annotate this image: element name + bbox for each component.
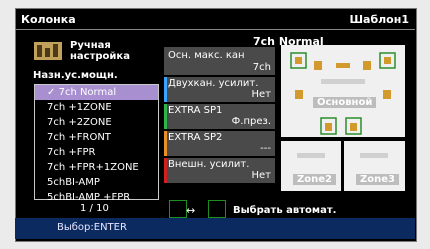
check-icon: ✓ [47,87,56,98]
list-item-label: 5chBI-AMP [47,177,100,188]
list-item-label: 7ch +2ZONE [47,117,112,128]
info-row-extra-sp2: EXTRA SP2 --- [164,131,275,156]
template-label: Шаблон1 [349,13,409,26]
list-item[interactable]: 7ch +1ZONE [35,100,158,115]
accent-bar [164,77,167,102]
list-item-label: 7ch Normal [58,87,117,98]
list-item-label: 5chBI-AMP +FPR [47,192,131,203]
title-separator [15,29,415,30]
info-row-main-channels: Осн. макс. кан 7ch [164,47,275,75]
main-zone-label: Основной [313,97,377,108]
info-label: Двухкан. усилит. [168,78,259,89]
info-value: Нет [251,170,272,181]
preset-mode-line2: настройка [70,51,130,62]
footer-hint-bar: Выбор:ENTER [15,218,415,239]
list-item-label: 7ch +1ZONE [47,102,112,113]
accent-bar [164,104,167,129]
list-item[interactable]: 7ch +FPR+1ZONE [35,160,158,175]
auto-select-label[interactable]: Выбрать автомат. [233,205,336,216]
equalizer-icon [34,40,62,62]
info-value: 7ch [252,62,271,73]
list-item[interactable]: 5chBI-AMP [35,175,158,190]
info-value: Ф.през. [231,116,271,127]
main-zone-diagram: Основной [281,45,405,137]
info-value: --- [260,143,271,154]
list-item-label: 7ch +FRONT [47,132,111,143]
title-bar: Колонка Шаблон1 [15,9,415,31]
preset-list[interactable]: ✓ 7ch Normal 7ch +1ZONE 7ch +2ZONE 7ch +… [34,84,159,203]
preset-mode-line1: Ручная [70,40,111,51]
window-title: Колонка [21,13,76,26]
amp-assign-label: Назн.ус.мощн. [33,70,118,81]
zone2-label: Zone2 [293,174,336,185]
zone2-diagram: Zone2 [281,141,341,191]
info-row-external-amp: Внешн. усилит. Нет [164,158,275,183]
list-item-label: 7ch +FPR+1ZONE [47,162,139,173]
info-label: Внешн. усилит. [168,159,250,170]
list-item[interactable]: 7ch +FPR [35,145,158,160]
list-item[interactable]: ✓ 7ch Normal [35,85,158,100]
info-row-extra-sp1: EXTRA SP1 Ф.през. [164,104,275,129]
zone3-label: Zone3 [356,174,399,185]
info-label: EXTRA SP2 [168,132,223,143]
auto-select-left-box[interactable] [169,200,187,218]
preset-mode-label: Ручная настройка [70,40,130,62]
swap-arrow-icon: ↔ [186,204,196,217]
list-item-label: 7ch +FPR [47,147,96,158]
info-label: EXTRA SP1 [168,105,223,116]
info-row-biamp: Двухкан. усилит. Нет [164,77,275,102]
accent-bar [164,131,167,156]
page-indicator: 1 / 10 [80,203,109,214]
list-item[interactable]: 7ch +2ZONE [35,115,158,130]
list-item[interactable]: 7ch +FRONT [35,130,158,145]
info-value: Нет [251,89,272,100]
zone3-diagram: Zone3 [344,141,405,191]
auto-select-right-box[interactable] [208,200,226,218]
footer-hint: Выбор:ENTER [57,222,127,233]
accent-bar [164,158,167,183]
info-label: Осн. макс. кан [168,50,245,61]
